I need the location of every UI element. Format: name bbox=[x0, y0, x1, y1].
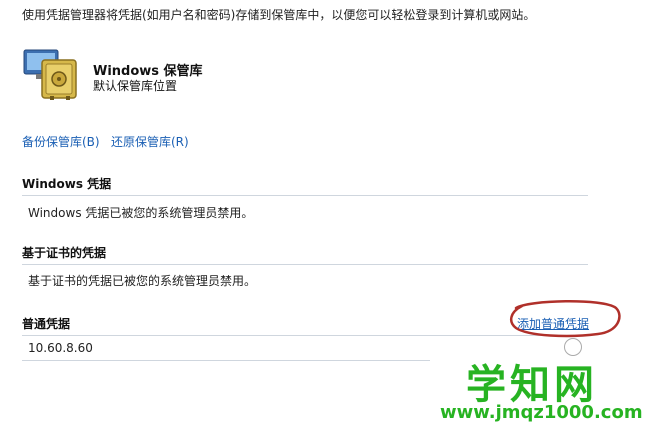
annotation-circle bbox=[509, 299, 621, 338]
backup-vault-link[interactable]: 备份保管库(B) bbox=[22, 133, 100, 150]
divider bbox=[22, 360, 430, 361]
generic-credentials-header[interactable]: 普通凭据 bbox=[22, 315, 70, 332]
vault-subtitle: 默认保管库位置 bbox=[93, 79, 178, 93]
windows-credentials-message: Windows 凭据已被您的系统管理员禁用。 bbox=[28, 206, 254, 220]
divider bbox=[22, 335, 588, 336]
certificate-credentials-message: 基于证书的凭据已被您的系统管理员禁用。 bbox=[28, 274, 257, 288]
credential-item[interactable]: 10.60.8.60 bbox=[28, 341, 93, 355]
vault-safe-icon bbox=[23, 49, 77, 100]
watermark-url: www.jmqz1000.com bbox=[440, 402, 643, 423]
intro-text: 使用凭据管理器将凭据(如用户名和密码)存储到保管库中，以便您可以轻松登录到计算机… bbox=[22, 8, 536, 22]
certificate-credentials-header[interactable]: 基于证书的凭据 bbox=[22, 244, 106, 261]
divider bbox=[22, 264, 588, 265]
restore-vault-link[interactable]: 还原保管库(R) bbox=[111, 133, 189, 150]
windows-credentials-header[interactable]: Windows 凭据 bbox=[22, 175, 111, 192]
divider bbox=[22, 195, 588, 196]
